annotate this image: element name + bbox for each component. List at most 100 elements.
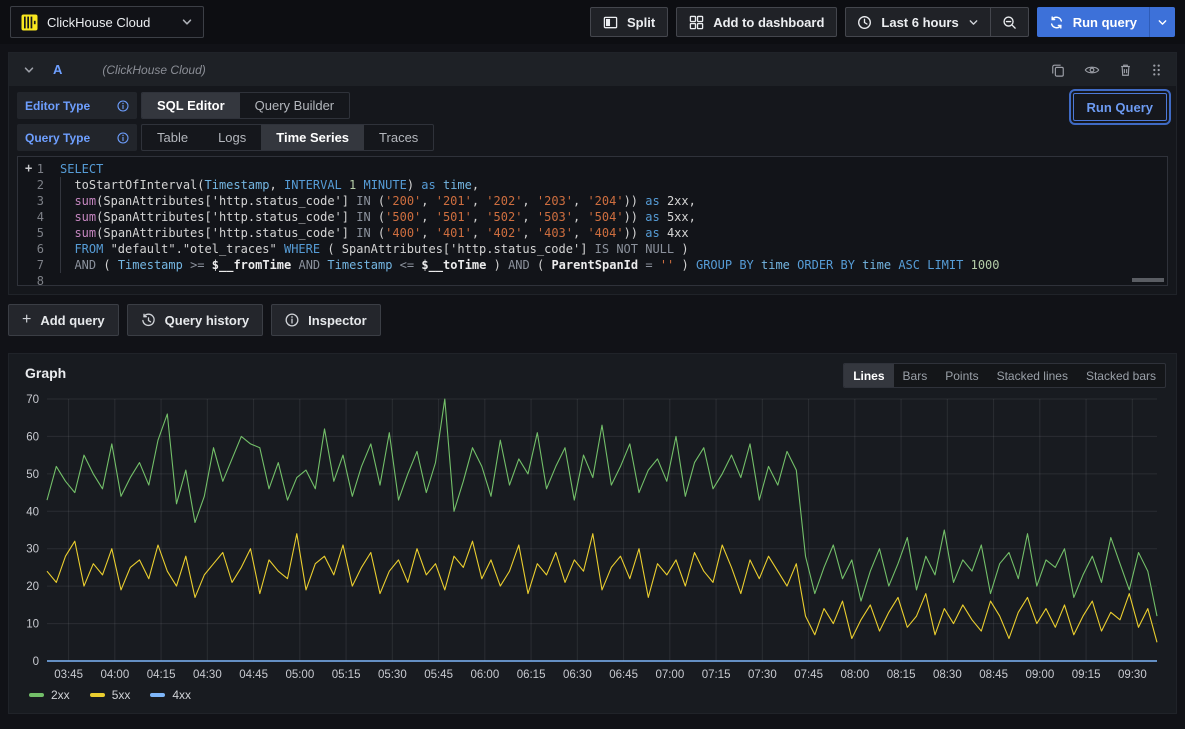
series-5xx bbox=[47, 534, 1157, 643]
run-query-editor-button[interactable]: Run Query bbox=[1073, 93, 1167, 121]
info-icon[interactable] bbox=[117, 132, 129, 144]
history-icon bbox=[141, 313, 156, 328]
run-query-split-button: Run query bbox=[1037, 7, 1175, 37]
sql-code-editor[interactable]: 1+SELECT2 toStartOfInterval(Timestamp, I… bbox=[17, 156, 1168, 286]
editor-type-option-query-builder[interactable]: Query Builder bbox=[240, 93, 349, 118]
query-type-option-time-series[interactable]: Time Series bbox=[261, 125, 364, 150]
inspector-button[interactable]: Inspector bbox=[271, 304, 381, 336]
code-line[interactable]: 2 toStartOfInterval(Timestamp, INTERVAL … bbox=[18, 177, 1167, 193]
info-circle-icon bbox=[285, 313, 299, 327]
horizontal-scrollbar[interactable] bbox=[1132, 278, 1164, 282]
legend-item-2xx[interactable]: 2xx bbox=[29, 688, 70, 702]
code-line[interactable]: 3 sum(SpanAttributes['http.status_code']… bbox=[18, 193, 1167, 209]
svg-text:0: 0 bbox=[33, 656, 39, 668]
query-type-segmented: Table Logs Time Series Traces bbox=[141, 124, 434, 151]
query-history-label: Query history bbox=[165, 313, 250, 328]
line-number: 6 bbox=[18, 241, 60, 257]
svg-text:20: 20 bbox=[26, 581, 39, 593]
svg-text:08:45: 08:45 bbox=[979, 669, 1008, 681]
svg-text:04:30: 04:30 bbox=[193, 669, 222, 681]
delete-query-trash-icon[interactable] bbox=[1119, 63, 1132, 77]
time-series-chart[interactable]: 01020304050607003:4504:0004:1504:3004:45… bbox=[17, 385, 1168, 685]
add-query-button[interactable]: + Add query bbox=[8, 304, 119, 336]
editor-type-row: Editor Type SQL Editor Query Builder bbox=[17, 92, 1168, 119]
query-history-button[interactable]: Query history bbox=[127, 304, 264, 336]
line-number: 4 bbox=[18, 209, 60, 225]
query-datasource-hint: (ClickHouse Cloud) bbox=[102, 63, 205, 77]
svg-text:10: 10 bbox=[26, 619, 39, 631]
svg-text:05:45: 05:45 bbox=[424, 669, 453, 681]
time-range-label: Last 6 hours bbox=[881, 15, 958, 30]
svg-text:06:30: 06:30 bbox=[563, 669, 592, 681]
query-ref-id[interactable]: A bbox=[53, 62, 62, 77]
svg-text:50: 50 bbox=[26, 469, 39, 481]
split-label: Split bbox=[627, 15, 655, 30]
add-to-dashboard-button[interactable]: Add to dashboard bbox=[676, 7, 837, 37]
clickhouse-logo-icon bbox=[21, 14, 38, 31]
time-range-button[interactable]: Last 6 hours bbox=[846, 8, 989, 36]
code-line[interactable]: 6 FROM "default"."otel_traces" WHERE ( S… bbox=[18, 241, 1167, 257]
legend-color-pill bbox=[150, 693, 165, 697]
collapse-chevron-icon[interactable] bbox=[23, 64, 35, 76]
svg-text:07:45: 07:45 bbox=[794, 669, 823, 681]
line-number: 2 bbox=[18, 177, 60, 193]
query-type-row: Query Type Table Logs Time Series Traces bbox=[17, 124, 1168, 151]
datasource-picker[interactable]: ClickHouse Cloud bbox=[10, 6, 204, 38]
graph-style-points[interactable]: Points bbox=[936, 364, 987, 387]
svg-text:06:00: 06:00 bbox=[470, 669, 499, 681]
datasource-name: ClickHouse Cloud bbox=[47, 15, 172, 30]
code-line[interactable]: 1+SELECT bbox=[18, 161, 1167, 177]
svg-text:70: 70 bbox=[26, 394, 39, 406]
series-2xx bbox=[47, 399, 1157, 616]
svg-text:06:45: 06:45 bbox=[609, 669, 638, 681]
line-number: 3 bbox=[18, 193, 60, 209]
legend-item-4xx[interactable]: 4xx bbox=[150, 688, 191, 702]
duplicate-query-icon[interactable] bbox=[1051, 63, 1065, 77]
chart-svg[interactable]: 01020304050607003:4504:0004:1504:3004:45… bbox=[17, 385, 1168, 685]
svg-text:04:45: 04:45 bbox=[239, 669, 268, 681]
code-line[interactable]: 8 bbox=[18, 273, 1167, 286]
inspector-label: Inspector bbox=[308, 313, 367, 328]
run-query-options-button[interactable] bbox=[1149, 7, 1175, 37]
refresh-icon bbox=[1049, 15, 1064, 30]
run-query-label: Run query bbox=[1073, 15, 1137, 30]
add-line-plus-icon[interactable]: + bbox=[25, 160, 32, 176]
graph-panel: Graph Lines Bars Points Stacked lines St… bbox=[8, 353, 1177, 714]
query-type-option-table[interactable]: Table bbox=[142, 125, 203, 150]
apps-grid-icon bbox=[689, 15, 704, 30]
info-icon[interactable] bbox=[117, 100, 129, 112]
explore-actions-row: + Add query Query history Inspector bbox=[8, 304, 1177, 336]
line-number: 1+ bbox=[18, 161, 60, 177]
drag-handle-icon[interactable] bbox=[1151, 63, 1162, 77]
editor-type-segmented: SQL Editor Query Builder bbox=[141, 92, 350, 119]
split-icon bbox=[603, 15, 618, 30]
run-query-toolbar-button[interactable]: Run query bbox=[1037, 7, 1149, 37]
graph-style-stacked-lines[interactable]: Stacked lines bbox=[988, 364, 1077, 387]
editor-type-option-sql-editor[interactable]: SQL Editor bbox=[142, 93, 240, 118]
add-query-label: Add query bbox=[40, 313, 104, 328]
split-button[interactable]: Split bbox=[590, 7, 668, 37]
zoom-out-time-button[interactable] bbox=[990, 8, 1028, 36]
query-type-option-traces[interactable]: Traces bbox=[364, 125, 433, 150]
line-number: 5 bbox=[18, 225, 60, 241]
svg-text:08:15: 08:15 bbox=[887, 669, 916, 681]
line-number: 8 bbox=[18, 273, 60, 286]
svg-text:06:15: 06:15 bbox=[517, 669, 546, 681]
hide-response-eye-icon[interactable] bbox=[1084, 63, 1100, 77]
svg-text:05:00: 05:00 bbox=[285, 669, 314, 681]
query-type-option-logs[interactable]: Logs bbox=[203, 125, 261, 150]
graph-style-stacked-bars[interactable]: Stacked bars bbox=[1077, 364, 1165, 387]
legend-color-pill bbox=[90, 693, 105, 697]
svg-text:04:00: 04:00 bbox=[100, 669, 129, 681]
code-line[interactable]: 4 sum(SpanAttributes['http.status_code']… bbox=[18, 209, 1167, 225]
svg-text:05:15: 05:15 bbox=[332, 669, 361, 681]
query-type-label: Query Type bbox=[17, 124, 137, 151]
legend-item-5xx[interactable]: 5xx bbox=[90, 688, 131, 702]
query-editor-panel: A (ClickHouse Cloud) Editor Type bbox=[8, 52, 1177, 295]
svg-text:60: 60 bbox=[26, 431, 39, 443]
code-line[interactable]: 7 AND ( Timestamp >= $__fromTime AND Tim… bbox=[18, 257, 1167, 273]
code-line[interactable]: 5 sum(SpanAttributes['http.status_code']… bbox=[18, 225, 1167, 241]
graph-style-lines[interactable]: Lines bbox=[844, 364, 893, 387]
legend-label: 4xx bbox=[172, 688, 191, 702]
graph-style-bars[interactable]: Bars bbox=[894, 364, 937, 387]
